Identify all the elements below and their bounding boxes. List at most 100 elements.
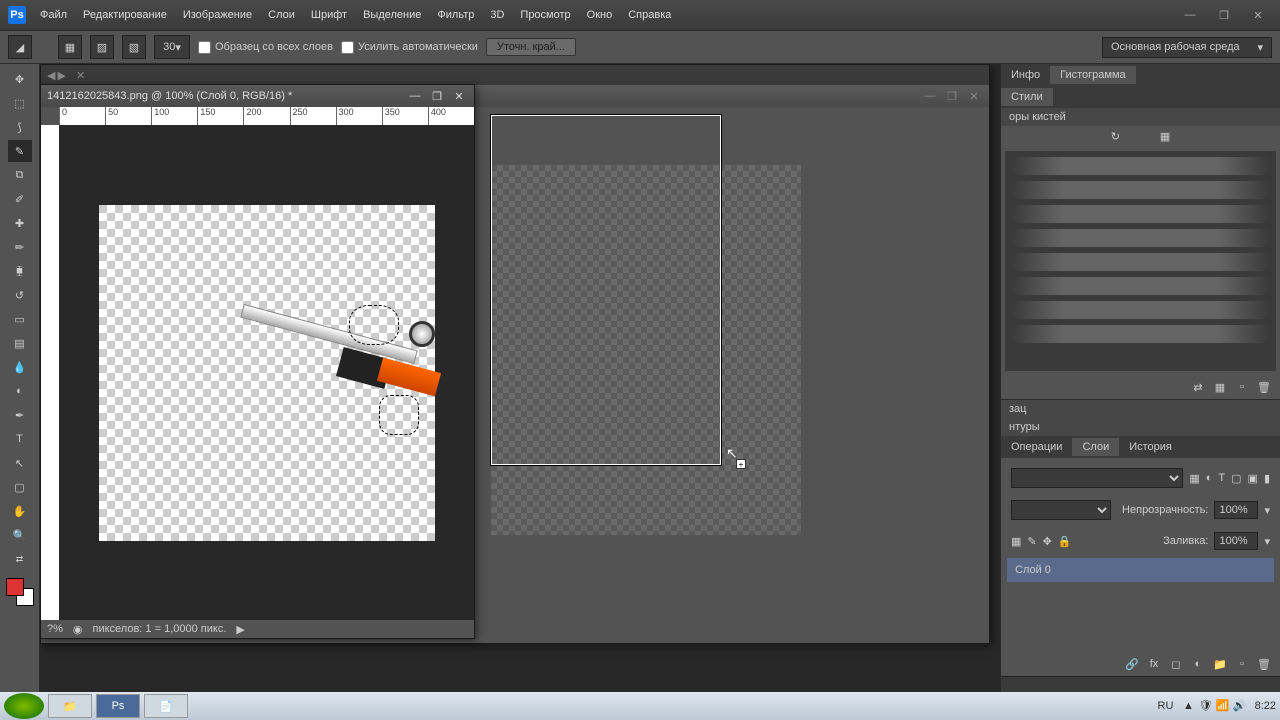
healing-tool-icon[interactable]: ✚ [8,212,32,234]
subtract-selection-icon[interactable]: ▨ [90,35,114,59]
language-indicator[interactable]: RU [1158,700,1174,712]
add-selection-icon[interactable]: ▦ [58,35,82,59]
doc-minimize-icon[interactable]: — [921,89,939,103]
doc-maximize-icon[interactable]: ❐ [428,89,446,103]
menu-view[interactable]: Просмотр [512,5,578,25]
grid-view-icon[interactable]: ▦ [1212,379,1228,395]
foreground-color-swatch[interactable] [6,578,24,596]
doc-minimize-icon[interactable]: — [406,89,424,103]
zoom-tool-icon[interactable]: 🔍 [8,524,32,546]
tray-network-icon[interactable]: 📶 [1216,699,1230,713]
menu-select[interactable]: Выделение [355,5,429,25]
lock-position-icon[interactable]: ✥ [1043,535,1052,548]
refine-edge-button[interactable]: Уточн. край... [486,38,576,56]
mini-panel-1[interactable]: зац [1001,400,1280,418]
brush-options-icon[interactable]: ▦ [1160,130,1170,143]
tab-layers[interactable]: Слои [1072,438,1119,456]
filter-toggle-icon[interactable]: ▮ [1264,472,1270,485]
workspace-selector[interactable]: Основная рабочая среда ▾ [1102,37,1272,58]
zoom-level[interactable]: ?% [47,623,63,635]
sample-all-layers-checkbox[interactable] [198,41,211,54]
tool-preset-icon[interactable]: ◢ [8,35,32,59]
maximize-icon[interactable]: ❐ [1210,6,1238,24]
eyedropper-tool-icon[interactable]: ✐ [8,188,32,210]
lock-all-icon[interactable]: ▦ [1011,535,1021,548]
blend-mode-select[interactable] [1011,500,1111,520]
menu-window[interactable]: Окно [579,5,621,25]
filter-shape-icon[interactable]: ▢ [1231,472,1241,485]
layer-item[interactable]: Слой 0 [1007,558,1274,582]
type-tool-icon[interactable]: T [8,428,32,450]
front-doc-titlebar[interactable]: 1412162025843.png @ 100% (Слой 0, RGB/16… [41,85,474,107]
path-tool-icon[interactable]: ↖ [8,452,32,474]
new-brush-icon[interactable]: ▫ [1234,379,1250,395]
pen-tool-icon[interactable]: ✒ [8,404,32,426]
swap-colors-icon[interactable]: ⇄ [8,548,32,570]
eraser-tool-icon[interactable]: ▭ [8,308,32,330]
doc-close-icon[interactable]: ✕ [965,89,983,103]
tray-volume-icon[interactable]: 🔊 [1233,699,1247,713]
layer-group-icon[interactable]: 📁 [1212,656,1228,672]
color-swatches[interactable] [6,578,34,606]
taskbar-photoshop-icon[interactable]: Ps [96,694,140,718]
filter-pixel-icon[interactable]: ▦ [1189,472,1199,485]
blur-tool-icon[interactable]: 💧 [8,356,32,378]
menu-type[interactable]: Шрифт [303,5,355,25]
filter-smart-icon[interactable]: ▣ [1248,472,1258,485]
tray-icon[interactable]: ▲ [1181,699,1195,713]
shape-tool-icon[interactable]: ▢ [8,476,32,498]
brush-stroke-preview[interactable] [1005,151,1276,371]
history-brush-tool-icon[interactable]: ↺ [8,284,32,306]
lock-pixels-icon[interactable]: ✎ [1027,535,1036,548]
status-menu-icon[interactable]: ▶ [236,623,244,636]
brush-tool-icon[interactable]: ✏ [8,236,32,258]
opacity-chevron-icon[interactable]: ▾ [1264,504,1270,517]
auto-enhance-check[interactable]: Усилить автоматически [341,41,478,54]
doc-maximize-icon[interactable]: ❐ [943,89,961,103]
tray-shield-icon[interactable]: 🛡 [1198,699,1212,713]
tab-info[interactable]: Инфо [1001,66,1050,84]
menu-edit[interactable]: Редактирование [75,5,175,25]
front-canvas-area[interactable] [59,125,474,620]
menu-3d[interactable]: 3D [482,5,512,25]
fill-input[interactable] [1214,532,1258,550]
clock[interactable]: 8:22 [1255,700,1276,712]
filter-adjust-icon[interactable]: ◐ [1206,472,1213,484]
hand-tool-icon[interactable]: ✋ [8,500,32,522]
marquee-tool-icon[interactable]: ⬚ [8,92,32,114]
tab-styles[interactable]: Стили [1001,88,1053,106]
intersect-selection-icon[interactable]: ▧ [122,35,146,59]
tab-actions[interactable]: Операции [1001,438,1072,456]
stamp-tool-icon[interactable]: ⧯ [8,260,32,282]
tab-history[interactable]: История [1119,438,1182,456]
gradient-tool-icon[interactable]: ▤ [8,332,32,354]
transparent-canvas[interactable] [99,205,435,541]
tab-close-icon[interactable]: ✕ [76,69,85,82]
dodge-tool-icon[interactable]: ◐ [8,380,32,402]
tab-prev-icon[interactable]: ◀ [47,69,55,82]
toggle-icon[interactable]: ⇄ [1190,379,1206,395]
auto-enhance-checkbox[interactable] [341,41,354,54]
menu-layer[interactable]: Слои [260,5,303,25]
layer-fx-icon[interactable]: fx [1146,656,1162,672]
reset-brush-icon[interactable]: ↻ [1111,130,1120,143]
move-tool-icon[interactable]: ✥ [8,68,32,90]
opacity-input[interactable] [1214,501,1258,519]
sample-all-layers-check[interactable]: Образец со всех слоев [198,41,333,54]
doc-close-icon[interactable]: ✕ [450,89,468,103]
menu-image[interactable]: Изображение [175,5,260,25]
brush-size-selector[interactable]: 30▾ [154,35,190,59]
taskbar-document-icon[interactable]: 📄 [144,694,188,718]
lock-icon[interactable]: 🔒 [1058,535,1072,548]
lasso-tool-icon[interactable]: ⟆ [8,116,32,138]
delete-brush-icon[interactable]: 🗑 [1256,379,1272,395]
minimize-icon[interactable]: — [1176,6,1204,24]
taskbar-explorer-icon[interactable]: 📁 [48,694,92,718]
delete-layer-icon[interactable]: 🗑 [1256,656,1272,672]
filter-type-icon[interactable]: T [1218,472,1225,484]
adjustment-layer-icon[interactable]: ◐ [1190,656,1206,672]
start-button[interactable] [4,693,44,719]
quick-select-tool-icon[interactable]: ✎ [8,140,32,162]
crop-tool-icon[interactable]: ⧉ [8,164,32,186]
layer-mask-icon[interactable]: ◻ [1168,656,1184,672]
